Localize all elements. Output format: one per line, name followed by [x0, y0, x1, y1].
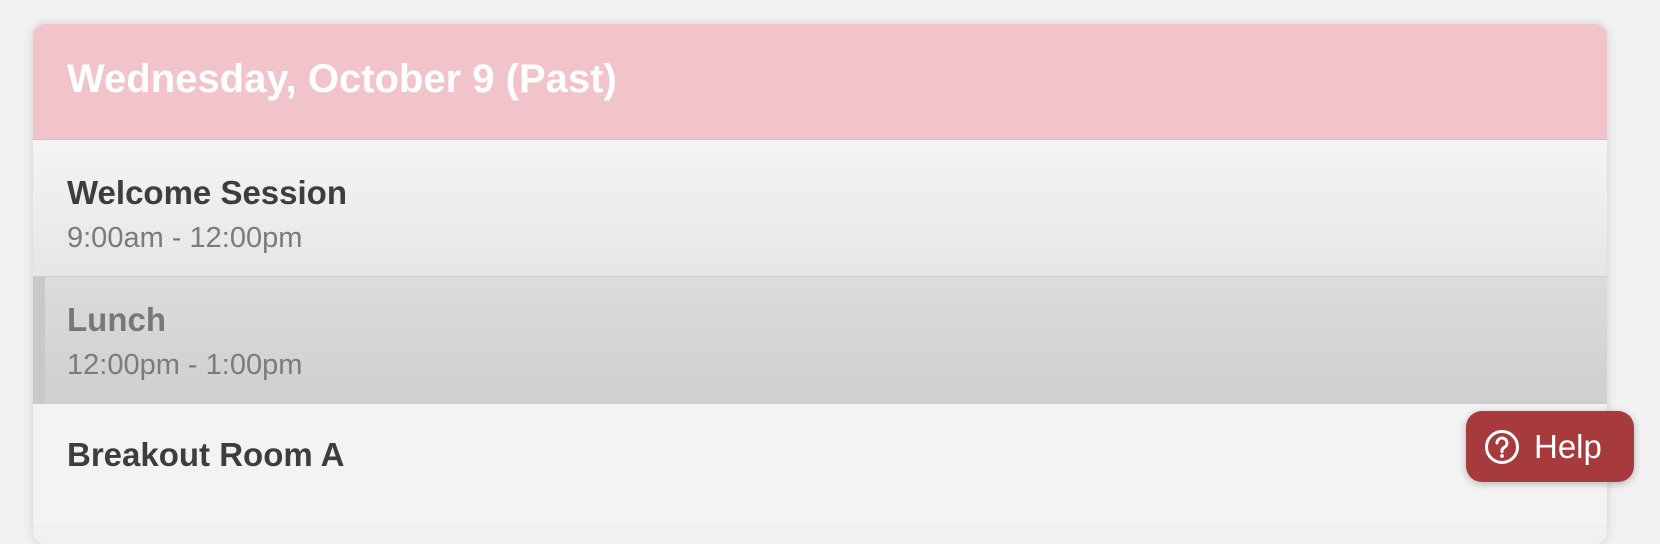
help-button[interactable]: Help [1466, 411, 1634, 482]
session-time: 9:00am - 12:00pm [67, 222, 303, 254]
help-label: Help [1534, 428, 1602, 465]
session-breakout-room-a[interactable]: Breakout Room A [33, 404, 1607, 524]
session-title: Breakout Room A [67, 436, 345, 473]
session-time: 12:00pm - 1:00pm [67, 349, 303, 381]
session-welcome[interactable]: Welcome Session 9:00am - 12:00pm [33, 140, 1607, 277]
question-circle-icon [1484, 429, 1520, 465]
session-title: Lunch [67, 301, 166, 338]
schedule-card: Wednesday, October 9 (Past) Welcome Sess… [33, 24, 1607, 544]
session-lunch[interactable]: Lunch 12:00pm - 1:00pm [33, 277, 1607, 404]
session-title: Welcome Session [67, 174, 348, 211]
day-title: Wednesday, October 9 (Past) [67, 56, 617, 101]
day-header: Wednesday, October 9 (Past) [33, 24, 1607, 140]
